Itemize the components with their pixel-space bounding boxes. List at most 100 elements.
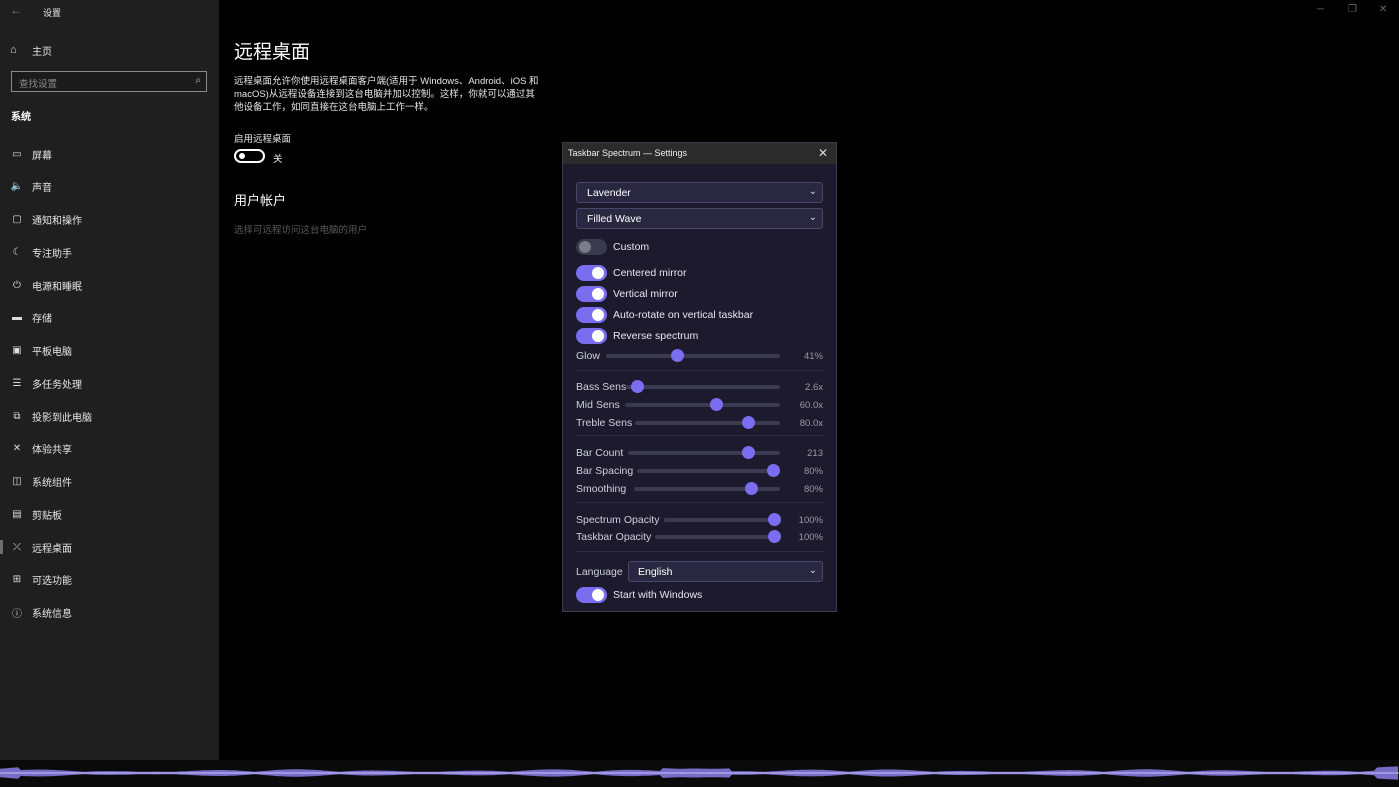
remote-desktop-toggle-label: 启用远程桌面 <box>234 134 292 145</box>
restore-icon[interactable]: ❐ <box>1348 4 1357 15</box>
slider-glow: Glow 41% <box>576 349 823 363</box>
toggle-knob <box>239 153 245 159</box>
toggle-switch[interactable] <box>576 265 607 281</box>
slider-mid: Mid Sens 60.0x <box>576 398 823 412</box>
toggle-switch[interactable] <box>576 286 607 302</box>
slider-thumb[interactable] <box>710 398 724 411</box>
sidebar-nav-item[interactable]: ☰ 多任务处理 <box>0 373 219 393</box>
slider-smoothing: Smoothing 80% <box>576 482 823 496</box>
toggle-switch[interactable] <box>576 328 607 344</box>
sidebar-nav-item[interactable]: 🔈 声音 <box>0 177 219 197</box>
user-accounts-heading: 用户帐户 <box>234 193 287 208</box>
slider-value: 2.6x <box>805 382 823 393</box>
spectrum-visualizer <box>0 766 1399 780</box>
slider-spectrum-opacity: Spectrum Opacity 100% <box>576 513 823 527</box>
slider-track[interactable] <box>637 469 780 473</box>
sidebar-item-label: 平板电脑 <box>32 347 72 358</box>
toggle-switch[interactable] <box>576 307 607 323</box>
features-icon: ⊞ <box>12 574 22 586</box>
slider-thumb[interactable] <box>630 380 644 393</box>
slider-value: 41% <box>803 351 823 362</box>
slider-value: 80% <box>803 484 823 495</box>
close-window-icon[interactable]: ✕ <box>1379 4 1387 15</box>
slider-value: 60.0x <box>799 400 823 411</box>
toggle-knob <box>592 589 604 601</box>
sidebar-item-label: 通知和操作 <box>32 216 82 227</box>
sidebar-nav-item[interactable]: ▭ 屏幕 <box>0 144 219 164</box>
dialog-title: Taskbar Spectrum — Settings <box>568 148 688 158</box>
slider-label: Smoothing <box>576 483 627 495</box>
slider-thumb[interactable] <box>742 446 756 459</box>
sidebar-item-label: 声音 <box>32 183 52 195</box>
divider <box>576 551 823 552</box>
slider-track[interactable] <box>634 487 780 491</box>
slider-track[interactable] <box>664 518 780 522</box>
language-select[interactable]: English ⌄ <box>628 561 823 582</box>
start-with-windows-toggle[interactable] <box>576 587 607 603</box>
user-accounts-link[interactable]: 选择可远程访问这台电脑的用户 <box>234 222 367 236</box>
remote-desktop-toggle[interactable] <box>234 149 265 163</box>
slider-label: Bass Sens <box>576 381 627 393</box>
slider-track[interactable] <box>655 535 780 539</box>
slider-thumb[interactable] <box>766 464 780 477</box>
sidebar-nav-item[interactable]: ▤ 剪贴板 <box>0 504 219 524</box>
slider-bar-count: Bar Count 213 <box>576 446 823 460</box>
sidebar-nav-item[interactable]: ☾ 专注助手 <box>0 242 219 262</box>
toggle-knob <box>592 288 604 300</box>
home-nav-item[interactable]: ⌂ 主页 <box>10 42 52 58</box>
share-icon: ✕ <box>12 443 22 455</box>
slider-track[interactable] <box>626 385 780 389</box>
minimize-icon[interactable]: ─ <box>1317 4 1324 15</box>
storage-icon: ▬ <box>12 312 22 324</box>
toggle-label: Vertical mirror <box>613 288 678 300</box>
slider-track[interactable] <box>628 451 780 455</box>
slider-thumb[interactable] <box>768 513 782 526</box>
sidebar-nav-item[interactable]: ▢ 通知和操作 <box>0 210 219 230</box>
slider-thumb[interactable] <box>767 530 781 543</box>
home-label: 主页 <box>32 46 52 58</box>
sidebar-nav-item[interactable]: ⧉ 投影到此电脑 <box>0 406 219 426</box>
close-icon[interactable]: ✕ <box>818 146 828 160</box>
sidebar-nav-item[interactable]: ▣ 平板电脑 <box>0 341 219 361</box>
theme-select[interactable]: Lavender ⌄ <box>576 182 823 203</box>
search-icon[interactable]: ⌕ <box>195 75 201 86</box>
sidebar-item-label: 投影到此电脑 <box>32 412 92 424</box>
slider-treble: Treble Sens 80.0x <box>576 416 823 430</box>
sidebar-nav-item[interactable]: ✕ 体验共享 <box>0 439 219 459</box>
sidebar-nav-item[interactable]: ⤫ 远程桌面 <box>0 537 219 557</box>
toggle-state-label: 关 <box>273 154 283 165</box>
slider-value: 213 <box>807 448 823 459</box>
app-title: 设置 <box>43 8 62 18</box>
slider-bass: Bass Sens 2.6x <box>576 380 823 394</box>
sidebar-nav-item[interactable]: ⊞ 可选功能 <box>0 570 219 590</box>
toggle-label: Centered mirror <box>613 267 687 279</box>
slider-bar-spacing: Bar Spacing 80% <box>576 464 823 478</box>
clipboard-icon: ▤ <box>12 508 22 520</box>
sidebar-nav-item[interactable]: ⏻ 电源和睡眠 <box>0 275 219 295</box>
slider-track[interactable] <box>635 421 780 425</box>
slider-thumb[interactable] <box>671 349 685 362</box>
slider-label: Mid Sens <box>576 399 620 411</box>
dialog-titlebar[interactable]: Taskbar Spectrum — Settings ✕ <box>563 143 836 164</box>
slider-track[interactable] <box>625 403 780 407</box>
slider-thumb[interactable] <box>744 482 758 495</box>
sidebar-nav-item[interactable]: ⓘ 系统信息 <box>0 603 219 623</box>
sidebar-nav-item[interactable]: ▬ 存储 <box>0 308 219 328</box>
page-title: 远程桌面 <box>234 42 311 63</box>
slider-track[interactable] <box>606 354 780 358</box>
back-arrow-icon[interactable]: ← <box>10 3 22 17</box>
style-select[interactable]: Filled Wave ⌄ <box>576 208 823 229</box>
info-icon: ⓘ <box>12 609 22 620</box>
sidebar-nav-item[interactable]: ◫ 系统组件 <box>0 472 219 492</box>
power-icon: ⏻ <box>13 279 21 291</box>
sidebar-item-label: 剪贴板 <box>32 510 62 522</box>
search-placeholder: 查找设置 <box>19 79 58 90</box>
slider-thumb[interactable] <box>742 416 756 429</box>
home-icon: ⌂ <box>10 44 17 56</box>
sidebar-item-label: 系统组件 <box>32 478 72 489</box>
slider-label: Spectrum Opacity <box>576 514 660 526</box>
toggle-switch[interactable] <box>576 239 607 255</box>
monitor-icon: ▭ <box>12 148 22 160</box>
language-select-value: English <box>638 566 673 578</box>
search-input[interactable]: 查找设置 ⌕ <box>11 71 207 92</box>
